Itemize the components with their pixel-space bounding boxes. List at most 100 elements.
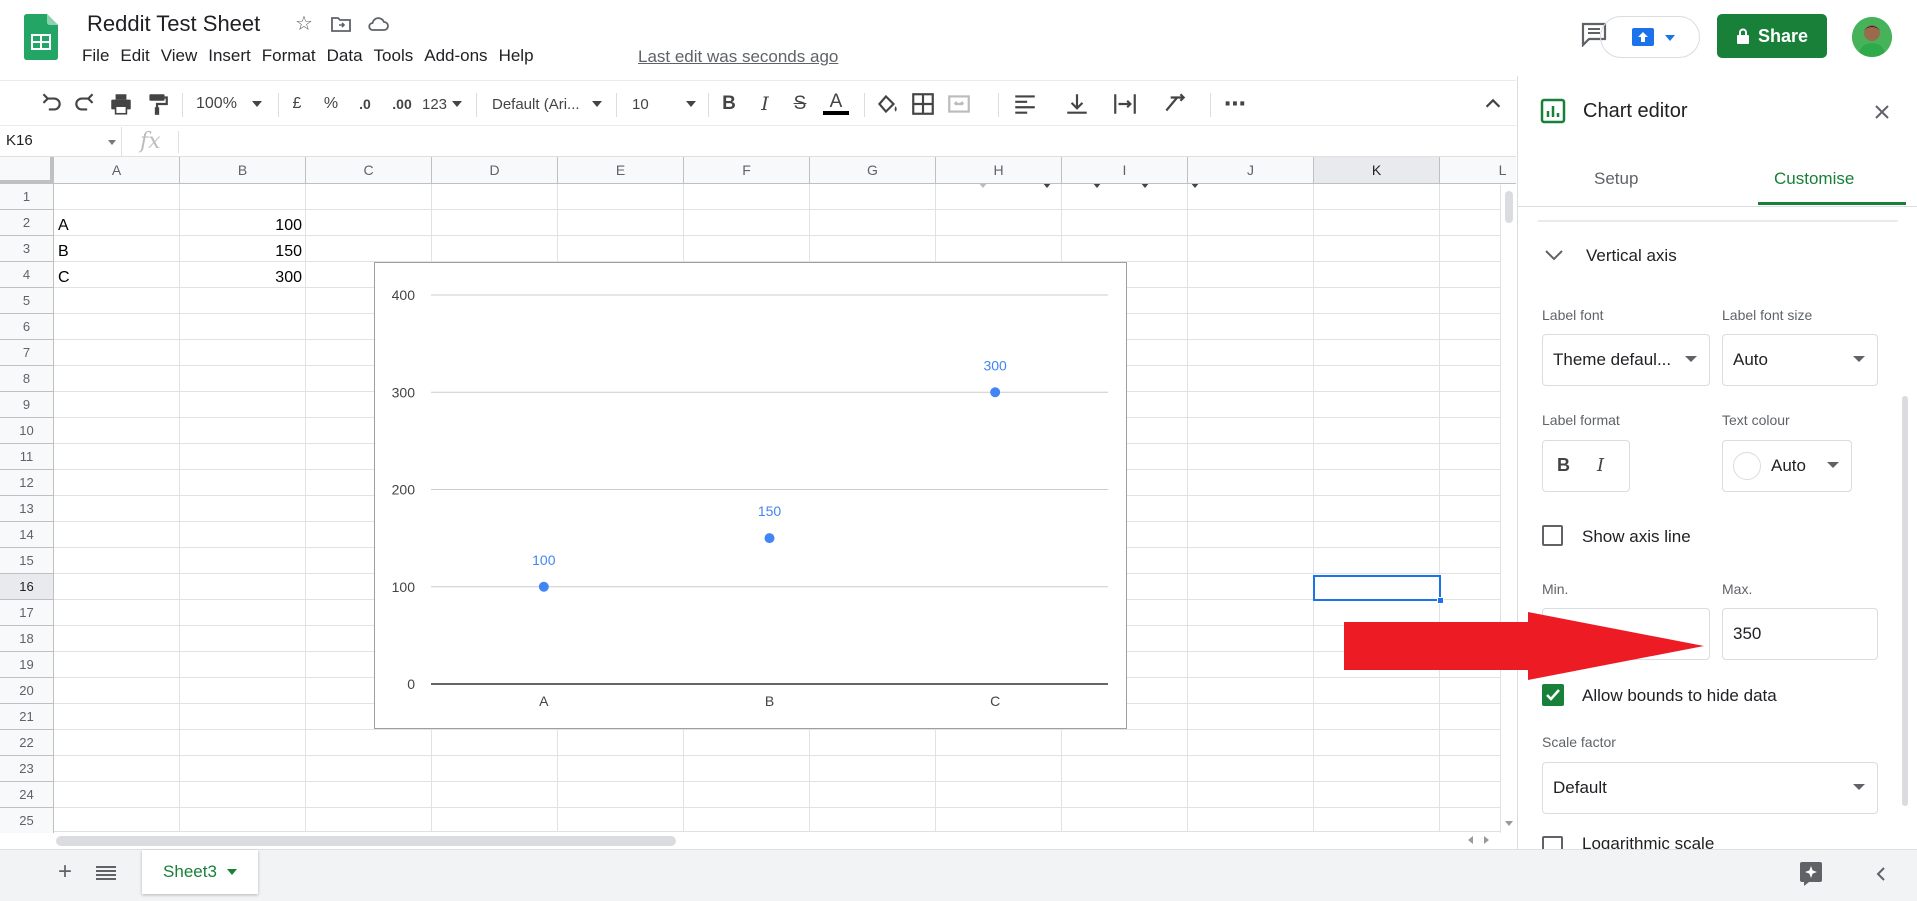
sheets-logo-icon[interactable] [24, 14, 58, 60]
panel-scroll-thumb[interactable] [1902, 396, 1908, 806]
chevron-down-icon[interactable] [1544, 248, 1564, 262]
scroll-left-icon[interactable] [1468, 836, 1473, 844]
row-header-13[interactable]: 13 [0, 496, 54, 522]
text-colour-select[interactable]: Auto [1722, 440, 1852, 492]
share-button[interactable]: Share [1717, 14, 1827, 58]
fill-handle[interactable] [1437, 597, 1444, 604]
formula-input[interactable] [186, 127, 1506, 156]
tab-setup[interactable]: Setup [1594, 169, 1638, 189]
add-sheet-icon[interactable]: + [58, 858, 72, 886]
row-header-22[interactable]: 22 [0, 730, 54, 756]
row-header-5[interactable]: 5 [0, 288, 54, 314]
row-header-7[interactable]: 7 [0, 340, 54, 366]
label-font-select[interactable]: Theme defaul... [1542, 334, 1710, 386]
menu-file[interactable]: File [82, 46, 117, 68]
row-header-16[interactable]: 16 [0, 574, 54, 600]
row-header-6[interactable]: 6 [0, 314, 54, 340]
last-edit-link[interactable]: Last edit was seconds ago [638, 47, 838, 67]
more-options-button[interactable]: ⋯ [1222, 91, 1248, 117]
present-button[interactable] [1600, 16, 1700, 58]
currency-format-button[interactable]: £ [286, 91, 308, 117]
row-header-15[interactable]: 15 [0, 548, 54, 574]
print-icon[interactable] [108, 91, 134, 117]
label-italic-button[interactable]: I [1597, 455, 1604, 476]
column-header-a[interactable]: A [54, 157, 180, 184]
row-header-11[interactable]: 11 [0, 444, 54, 470]
log-scale-checkbox[interactable] [1542, 836, 1563, 849]
more-formats-button[interactable]: 123 [422, 91, 466, 117]
name-box[interactable]: K16 [0, 127, 122, 156]
avatar[interactable] [1852, 17, 1892, 57]
max-input[interactable]: 350 [1722, 608, 1878, 660]
redo-icon[interactable] [72, 91, 98, 117]
text-color-button[interactable]: A [822, 91, 850, 117]
close-icon[interactable] [1874, 104, 1890, 120]
row-header-3[interactable]: 3 [0, 236, 54, 262]
column-header-l[interactable]: L [1440, 157, 1516, 184]
cloud-status-icon[interactable] [366, 12, 390, 36]
row-header-9[interactable]: 9 [0, 392, 54, 418]
paint-format-icon[interactable] [144, 91, 170, 117]
zoom-select[interactable]: 100% [196, 91, 266, 117]
sheet-tab-sheet3[interactable]: Sheet3 [142, 850, 258, 894]
row-header-1[interactable]: 1 [0, 184, 54, 210]
text-rotation-icon[interactable] [1162, 91, 1188, 117]
explore-icon[interactable] [1798, 860, 1824, 886]
document-title[interactable]: Reddit Test Sheet [87, 11, 260, 37]
menu-insert[interactable]: Insert [208, 46, 259, 68]
column-header-f[interactable]: F [684, 157, 810, 184]
horizontal-scrollbar[interactable] [54, 831, 1500, 849]
cell-a4[interactable]: C [58, 269, 70, 287]
horizontal-scroll-thumb[interactable] [56, 836, 676, 846]
cell-b3[interactable]: 150 [180, 243, 302, 261]
row-header-25[interactable]: 25 [0, 808, 54, 833]
increase-decimal-button[interactable]: .00 [386, 91, 418, 117]
menu-help[interactable]: Help [499, 46, 542, 68]
column-header-j[interactable]: J [1188, 157, 1314, 184]
menu-view[interactable]: View [161, 46, 206, 68]
all-sheets-icon[interactable] [96, 865, 116, 881]
row-header-23[interactable]: 23 [0, 756, 54, 782]
move-folder-icon[interactable] [329, 12, 353, 36]
cell-b2[interactable]: 100 [180, 217, 302, 235]
column-header-i[interactable]: I [1062, 157, 1188, 184]
italic-button[interactable]: I [754, 91, 776, 117]
horizontal-align-icon[interactable] [1012, 91, 1038, 117]
row-header-12[interactable]: 12 [0, 470, 54, 496]
tab-customise[interactable]: Customise [1774, 169, 1854, 189]
cell-b4[interactable]: 300 [180, 269, 302, 287]
font-size-select[interactable]: 10 [632, 91, 698, 117]
row-header-17[interactable]: 17 [0, 600, 54, 626]
column-header-k[interactable]: K [1314, 157, 1440, 184]
percent-format-button[interactable]: % [320, 91, 342, 117]
font-family-select[interactable]: Default (Ari... [492, 91, 604, 117]
row-header-19[interactable]: 19 [0, 652, 54, 678]
decrease-decimal-button[interactable]: .0 [352, 91, 378, 117]
menu-tools[interactable]: Tools [374, 46, 422, 68]
menu-addons[interactable]: Add-ons [424, 46, 495, 68]
fill-color-icon[interactable] [874, 91, 900, 117]
vertical-scrollbar[interactable] [1500, 185, 1516, 833]
menu-format[interactable]: Format [262, 46, 324, 68]
vertical-scroll-thumb[interactable] [1505, 191, 1513, 223]
scroll-down-icon[interactable] [1505, 821, 1513, 826]
row-header-24[interactable]: 24 [0, 782, 54, 808]
column-header-h[interactable]: H [936, 157, 1062, 184]
row-header-2[interactable]: 2 [0, 210, 54, 236]
row-header-10[interactable]: 10 [0, 418, 54, 444]
row-header-20[interactable]: 20 [0, 678, 54, 704]
strikethrough-button[interactable]: S [789, 91, 811, 117]
label-font-size-select[interactable]: Auto [1722, 334, 1878, 386]
select-all-corner[interactable] [0, 157, 54, 184]
row-header-18[interactable]: 18 [0, 626, 54, 652]
menu-edit[interactable]: Edit [120, 46, 157, 68]
cell-a2[interactable]: A [58, 217, 69, 235]
side-panel-toggle-icon[interactable] [1874, 866, 1888, 882]
label-bold-button[interactable]: B [1557, 455, 1570, 476]
chart[interactable]: 0 100 200 300 400 100 A 150 B 300 C [374, 262, 1127, 729]
row-header-8[interactable]: 8 [0, 366, 54, 392]
bold-button[interactable]: B [718, 91, 740, 117]
column-header-c[interactable]: C [306, 157, 432, 184]
undo-icon[interactable] [38, 91, 64, 117]
row-header-14[interactable]: 14 [0, 522, 54, 548]
